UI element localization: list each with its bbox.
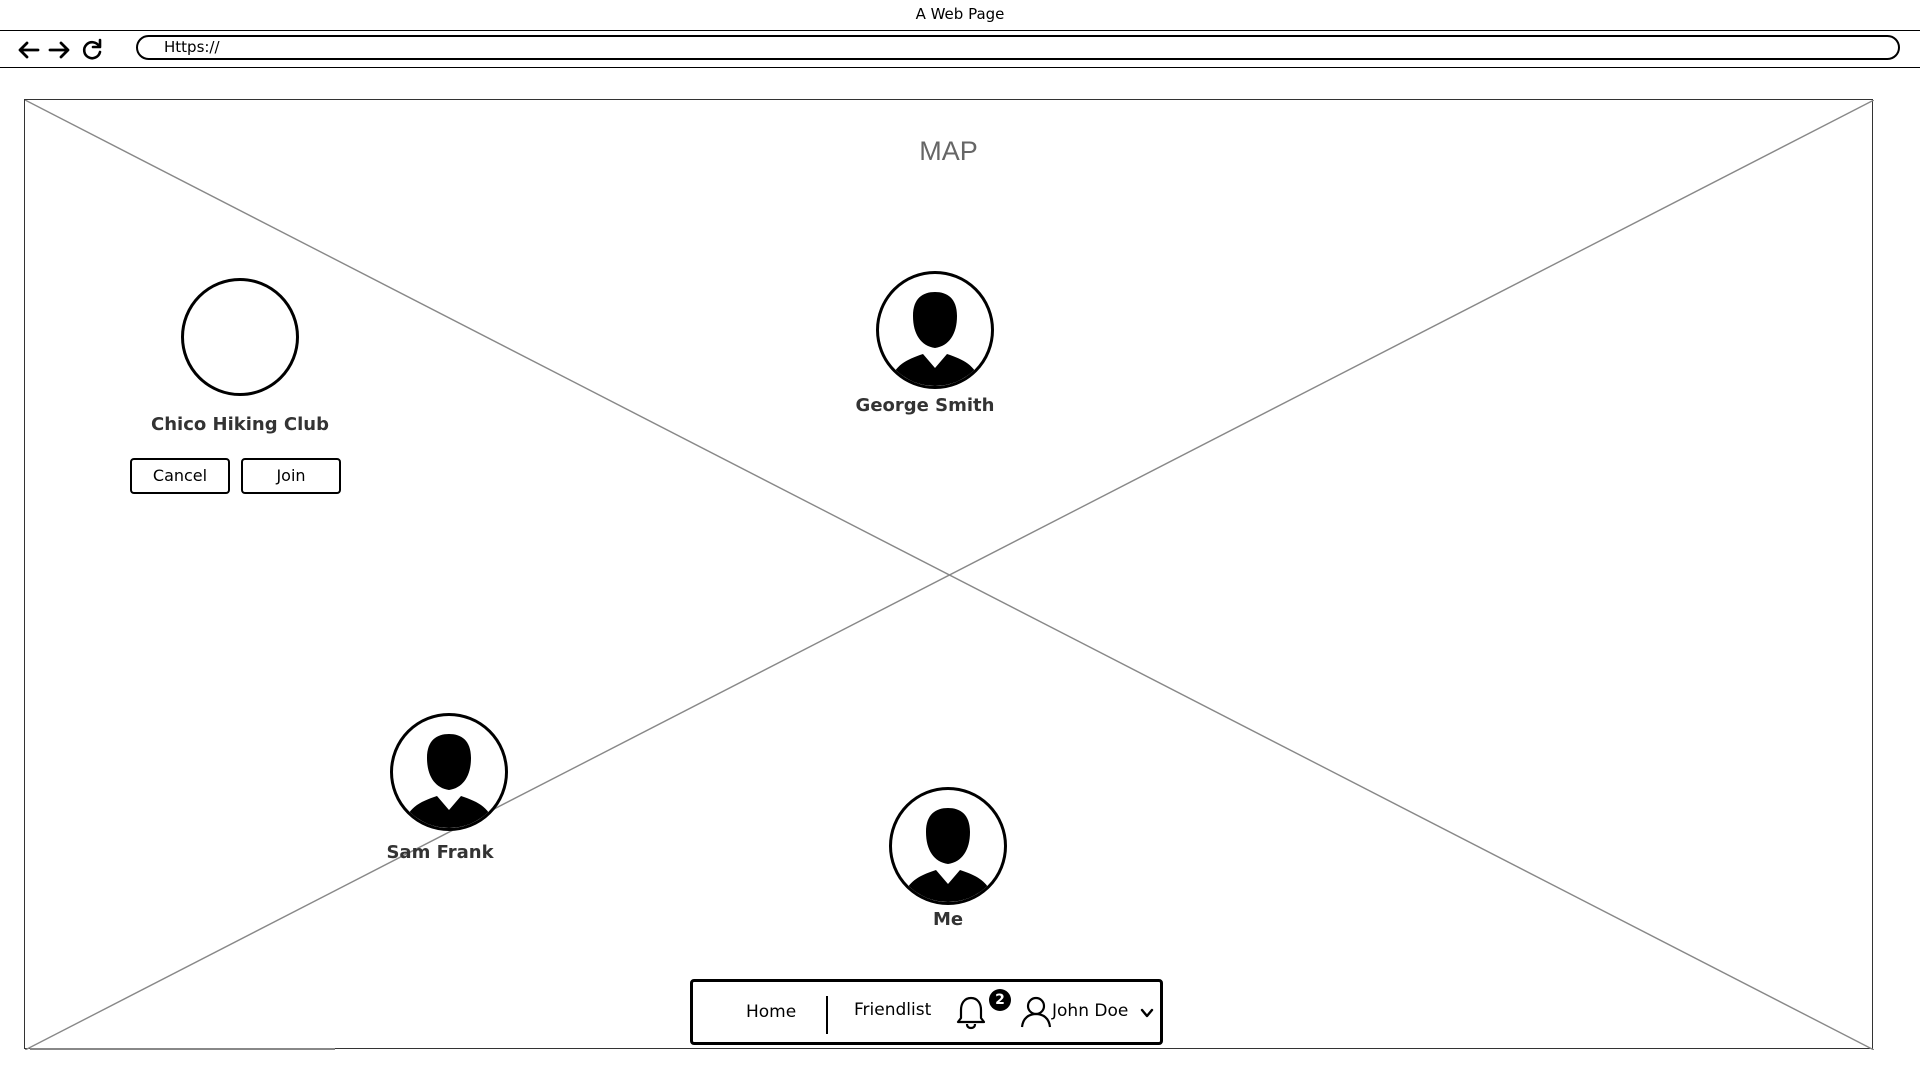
map-label: MAP — [919, 136, 978, 166]
bell-icon — [956, 996, 986, 1030]
cancel-button[interactable]: Cancel — [130, 458, 230, 494]
forward-button[interactable] — [46, 37, 72, 63]
notifications-button[interactable] — [955, 994, 989, 1030]
reload-icon — [82, 38, 102, 60]
browser-nav-bar: Https:// — [0, 31, 1920, 68]
nav-divider — [826, 996, 828, 1034]
person-avatar-george-smith[interactable] — [876, 271, 994, 389]
map-area[interactable]: MAP — [24, 99, 1874, 1050]
join-button[interactable]: Join — [241, 458, 341, 494]
url-input[interactable]: Https:// — [136, 35, 1900, 60]
person-avatar-me[interactable] — [889, 787, 1007, 905]
user-name: John Doe — [1052, 1001, 1129, 1021]
window-title: A Web Page — [915, 5, 1005, 23]
reload-button[interactable] — [79, 37, 105, 63]
user-icon — [1020, 996, 1052, 1028]
notification-badge: 2 — [989, 989, 1011, 1011]
person-silhouette-icon — [889, 292, 981, 386]
chevron-down-icon — [1140, 1008, 1154, 1018]
user-menu[interactable]: John Doe — [1020, 994, 1170, 1030]
group-name: Chico Hiking Club — [151, 414, 329, 435]
window-title-bar: A Web Page — [0, 0, 1920, 31]
footer-line — [30, 1048, 335, 1050]
back-button[interactable] — [16, 37, 42, 63]
person-name-me: Me — [932, 909, 964, 930]
person-silhouette-icon — [403, 734, 495, 828]
bottom-navigation: Home Friendlist 2 John Doe — [690, 979, 1163, 1045]
arrow-left-icon — [18, 41, 40, 59]
group-avatar[interactable] — [181, 278, 299, 396]
url-text: Https:// — [164, 38, 220, 56]
nav-friendlist[interactable]: Friendlist — [854, 1000, 931, 1020]
person-name-george-smith: George Smith — [855, 395, 995, 416]
person-silhouette-icon — [902, 808, 994, 902]
map-placeholder-cross — [25, 100, 1874, 1050]
nav-home[interactable]: Home — [746, 1002, 796, 1022]
person-avatar-sam-frank[interactable] — [390, 713, 508, 831]
arrow-right-icon — [48, 41, 70, 59]
person-name-sam-frank: Sam Frank — [386, 842, 494, 863]
